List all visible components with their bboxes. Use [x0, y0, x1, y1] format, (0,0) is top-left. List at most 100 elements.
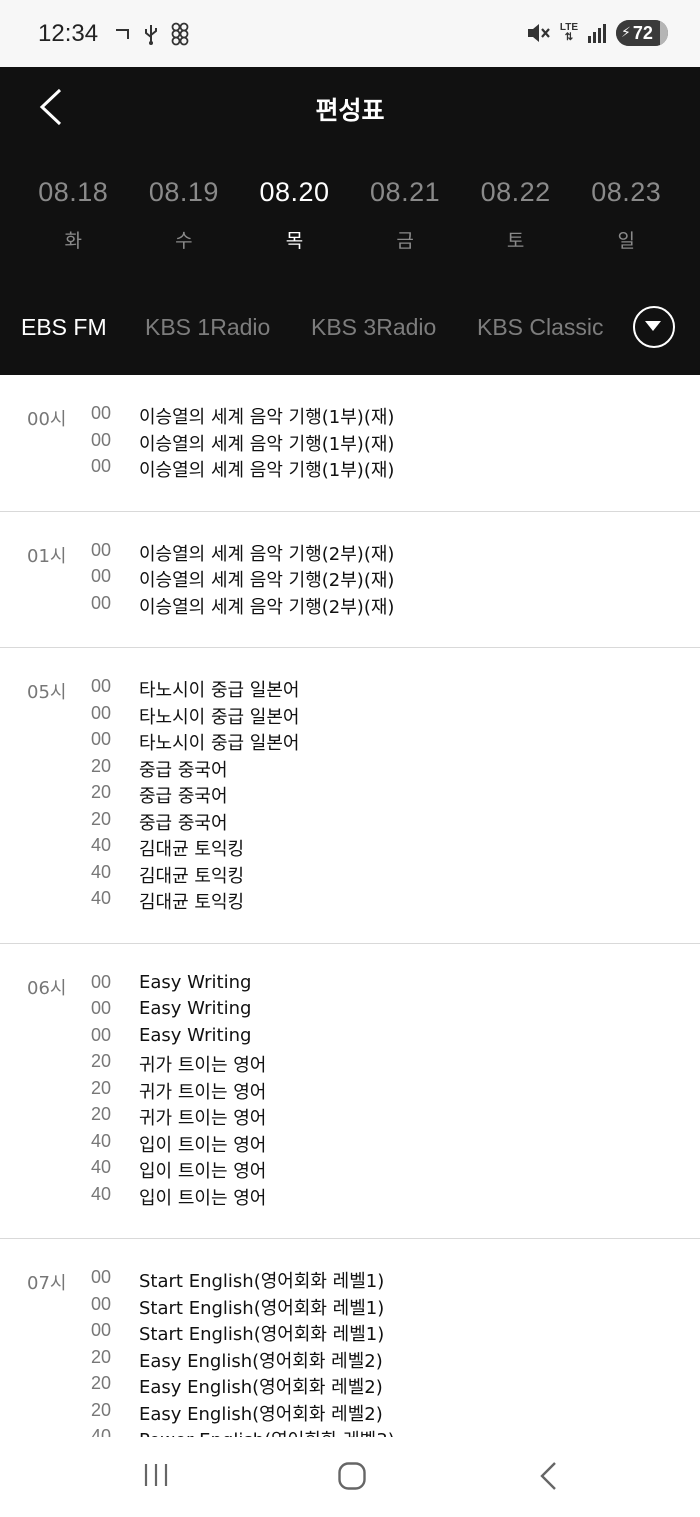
date-selector: 08.18 화 08.19 수 08.20 목 08.21 금 08.22 토 … — [18, 177, 682, 253]
navigation-bar — [0, 1437, 700, 1517]
program-title: 타노시이 중급 일본어 — [139, 733, 300, 754]
program-minute: 00 — [91, 539, 112, 560]
program-title: 이승열의 세계 음악 기행(2부)(재) — [139, 596, 395, 618]
program-title: Power English(영어회화 레벨3) — [139, 1426, 395, 1437]
program-row[interactable]: 00 타노시이 중급 일본어 — [0, 703, 700, 730]
program-minute: 00 — [91, 676, 112, 696]
recent-apps-button[interactable] — [142, 1461, 170, 1489]
program-row[interactable]: 40 김대균 토익킹 — [0, 888, 700, 915]
program-row[interactable]: 00 이승열의 세계 음악 기행(1부)(재) — [0, 456, 700, 483]
program-minute: 20 — [91, 1399, 112, 1420]
lte-indicator: LTE ⇅ — [559, 22, 578, 43]
usb-icon — [145, 25, 157, 45]
hour-block: 06시 00 Easy Writing 00 Easy Writing 00 Easy Wr… — [0, 944, 700, 1239]
program-row[interactable]: 00 Start English(영어회화 레벨1) — [0, 1267, 700, 1294]
channel-dropdown-button[interactable] — [633, 306, 675, 348]
program-row[interactable]: 20 귀가 트이는 영어 — [0, 1051, 700, 1078]
back-nav-button[interactable] — [537, 1461, 559, 1491]
program-title: Start English(영어회화 레벨1) — [139, 1271, 385, 1292]
channel-tab-selected[interactable]: EBS FM — [21, 314, 107, 341]
program-title: 입이 트이는 영어 — [139, 1187, 267, 1209]
program-row[interactable]: 00 Start English(영어회화 레벨1) — [0, 1320, 700, 1347]
program-title: 중급 중국어 — [139, 812, 228, 834]
program-row[interactable]: 20 Easy English(영어회화 레벨2) — [0, 1373, 700, 1400]
home-button[interactable] — [337, 1461, 367, 1491]
program-minute: 40 — [91, 888, 112, 908]
channel-tab[interactable]: KBS 3Radio — [311, 314, 436, 341]
program-row[interactable]: 40 김대균 토익킹 — [0, 835, 700, 862]
program-row[interactable]: 00 Easy Writing — [0, 998, 700, 1025]
program-title: 이승열의 세계 음악 기행(2부)(재) — [139, 543, 395, 565]
program-minute: 40 — [91, 861, 112, 882]
mute-icon — [527, 24, 550, 42]
date-tab[interactable]: 08.22 토 — [460, 177, 571, 253]
program-row[interactable]: 00 이승열의 세계 음악 기행(2부)(재) — [0, 566, 700, 593]
schedule-list[interactable]: 00시 00 이승열의 세계 음악 기행(1부)(재) 00 이승열의 세계 음악 기행… — [0, 375, 700, 1437]
date-tab-selected[interactable]: 08.20 목 — [239, 177, 350, 253]
channel-tab[interactable]: KBS Classic — [477, 314, 604, 341]
program-row[interactable]: 40 입이 트이는 영어 — [0, 1184, 700, 1211]
program-minute: 40 — [91, 1157, 112, 1177]
program-title: Easy English(영어회화 레벨2) — [139, 1403, 383, 1425]
program-minute: 00 — [91, 971, 112, 992]
program-minute: 00 — [91, 1320, 112, 1340]
program-minute: 20 — [91, 755, 112, 776]
hour-block: 05시 00 타노시이 중급 일본어 00 타노시이 중급 일본어 00 타노시이 중급 일… — [0, 648, 700, 944]
date-tab[interactable]: 08.18 화 — [18, 177, 129, 253]
channel-tab[interactable]: KBS 1Radio — [145, 314, 270, 341]
program-minute: 20 — [91, 1051, 112, 1071]
program-minute: 40 — [91, 1130, 112, 1151]
program-row[interactable]: 20 Easy English(영어회화 레벨2) — [0, 1400, 700, 1427]
program-minute: 00 — [91, 1267, 112, 1287]
program-row[interactable]: 00 Easy Writing — [0, 1025, 700, 1052]
program-minute: 20 — [91, 1346, 112, 1367]
program-title: 귀가 트이는 영어 — [139, 1108, 267, 1129]
program-title: Easy Writing — [139, 1024, 252, 1046]
program-minute: 40 — [91, 1183, 112, 1204]
program-row[interactable]: 20 귀가 트이는 영어 — [0, 1104, 700, 1131]
program-title: 중급 중국어 — [139, 759, 228, 781]
hour-block: 07시 00 Start English(영어회화 레벨1) 00 Start Engl… — [0, 1239, 700, 1437]
program-title: 타노시이 중급 일본어 — [139, 680, 300, 701]
date-tab[interactable]: 08.21 금 — [350, 177, 461, 253]
program-title: 이승열의 세계 음악 기행(1부)(재) — [139, 407, 395, 428]
caret-down-icon — [645, 321, 661, 331]
program-title: 중급 중국어 — [139, 786, 228, 807]
program-row[interactable]: 20 중급 중국어 — [0, 782, 700, 809]
program-row[interactable]: 20 중급 중국어 — [0, 756, 700, 783]
program-row[interactable]: 00 타노시이 중급 일본어 — [0, 676, 700, 703]
program-row[interactable]: 00 Easy Writing — [0, 972, 700, 999]
program-title: 이승열의 세계 음악 기행(2부)(재) — [139, 570, 395, 591]
program-minute: 00 — [91, 592, 112, 613]
program-title: 귀가 트이는 영어 — [139, 1081, 267, 1103]
program-row[interactable]: 40 Power English(영어회화 레벨3) — [0, 1426, 700, 1437]
program-row[interactable]: 20 귀가 트이는 영어 — [0, 1078, 700, 1105]
program-minute: 20 — [91, 1373, 112, 1393]
program-row[interactable]: 40 입이 트이는 영어 — [0, 1157, 700, 1184]
program-row[interactable]: 20 중급 중국어 — [0, 809, 700, 836]
program-title: 김대균 토익킹 — [139, 839, 245, 860]
battery-indicator: ⚡ 72 — [616, 20, 668, 46]
program-minute: 20 — [91, 808, 112, 829]
program-minute: 40 — [91, 835, 112, 855]
program-row[interactable]: 00 이승열의 세계 음악 기행(2부)(재) — [0, 593, 700, 620]
program-title: Easy Writing — [139, 971, 252, 993]
program-row[interactable]: 00 Start English(영어회화 레벨1) — [0, 1294, 700, 1321]
program-row[interactable]: 00 이승열의 세계 음악 기행(1부)(재) — [0, 430, 700, 457]
program-title: 귀가 트이는 영어 — [139, 1055, 267, 1076]
program-row[interactable]: 00 이승열의 세계 음악 기행(1부)(재) — [0, 403, 700, 430]
charging-icon: ⚡ — [621, 25, 631, 41]
status-icons-left — [115, 22, 189, 46]
program-title: Easy English(영어회화 레벨2) — [139, 1377, 383, 1398]
program-row[interactable]: 00 이승열의 세계 음악 기행(2부)(재) — [0, 540, 700, 567]
program-row[interactable]: 00 타노시이 중급 일본어 — [0, 729, 700, 756]
date-tab[interactable]: 08.23 일 — [571, 177, 682, 253]
program-row[interactable]: 40 김대균 토익킹 — [0, 862, 700, 889]
program-row[interactable]: 40 입이 트이는 영어 — [0, 1131, 700, 1158]
program-row[interactable]: 20 Easy English(영어회화 레벨2) — [0, 1347, 700, 1374]
program-title: Start English(영어회화 레벨1) — [139, 1324, 385, 1345]
program-title: 타노시이 중급 일본어 — [139, 706, 300, 728]
date-tab[interactable]: 08.19 수 — [129, 177, 240, 253]
program-minute: 00 — [91, 403, 112, 423]
program-title: 입이 트이는 영어 — [139, 1134, 267, 1156]
